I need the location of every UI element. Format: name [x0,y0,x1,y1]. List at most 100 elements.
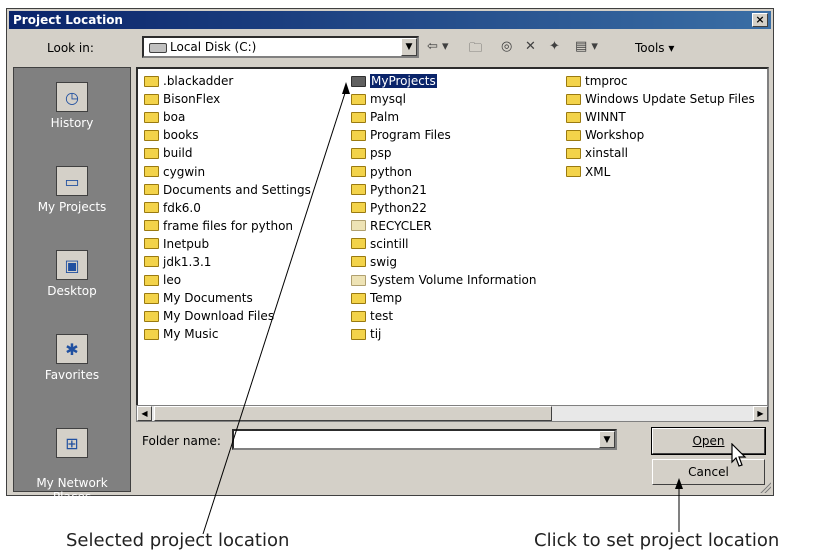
folder-icon [351,202,366,214]
file-column-2: MyProjects mysql Palm Program Files psp pytho… [351,72,536,343]
list-item[interactable]: fdk6.0 [144,199,311,217]
delete-icon[interactable]: ✕ [525,39,536,57]
list-item[interactable]: WINNT [566,108,755,126]
desktop-icon: ▣ [56,250,88,280]
list-item[interactable]: Workshop [566,126,755,144]
file-name: Python21 [370,182,427,197]
place-desktop[interactable]: ▣ Desktop [14,250,130,298]
folder-icon [566,111,581,123]
list-item[interactable]: scintill [351,235,536,253]
folder-icon [566,93,581,105]
list-item[interactable]: test [351,307,536,325]
scroll-thumb[interactable] [154,406,552,421]
list-item[interactable]: My Documents [144,289,311,307]
back-icon[interactable]: ⇦ ▾ [427,39,449,57]
folder-icon [351,274,366,286]
file-name: My Music [163,327,219,342]
list-item[interactable]: Python22 [351,199,536,217]
file-name: WINNT [585,110,626,125]
file-name: tmproc [585,74,628,89]
list-item[interactable]: cygwin [144,162,311,180]
folder-icon [351,184,366,196]
file-name: Workshop [585,128,645,143]
scroll-right-icon[interactable]: ▶ [753,406,768,421]
list-item[interactable]: build [144,144,311,162]
list-item[interactable]: psp [351,144,536,162]
list-item[interactable]: books [144,126,311,144]
list-item[interactable]: System Volume Information [351,271,536,289]
file-name: .blackadder [163,74,234,89]
chevron-down-icon[interactable]: ▼ [401,38,417,56]
horizontal-scrollbar[interactable]: ◀ ▶ [136,405,769,422]
project-location-dialog: Project Location × Look in: Local Disk (… [6,8,774,504]
folder-icon [144,238,159,250]
folder-icon [351,147,366,159]
folder-icon [144,166,159,178]
list-item[interactable]: RECYCLER [351,217,536,235]
file-name: BisonFlex [163,92,221,107]
scroll-left-icon[interactable]: ◀ [137,406,152,421]
file-name: scintill [370,236,409,251]
list-item[interactable]: python [351,162,536,180]
list-item[interactable]: xinstall [566,144,755,162]
close-button[interactable]: × [752,13,768,27]
list-item[interactable]: Temp [351,289,536,307]
chevron-down-icon[interactable]: ▼ [599,431,615,448]
list-item[interactable]: Documents and Settings [144,181,311,199]
place-my-projects[interactable]: ▭ My Projects [14,166,130,214]
list-item[interactable]: leo [144,271,311,289]
resize-grip-icon[interactable] [759,481,771,493]
list-item[interactable]: MyProjects [351,72,536,90]
list-item[interactable]: tmproc [566,72,755,90]
list-item[interactable]: BisonFlex [144,90,311,108]
list-item[interactable]: XML [566,162,755,180]
file-name: tij [370,327,382,342]
folder-icon [144,274,159,286]
file-name: Program Files [370,128,451,143]
folder-icon [351,75,366,87]
list-item[interactable]: My Download Files [144,307,311,325]
search-web-icon[interactable]: ◎ [501,39,512,57]
folder-name-field[interactable]: ▼ [232,429,617,450]
folder-icon [144,220,159,232]
look-in-dropdown[interactable]: Local Disk (C:) ▼ [142,36,419,58]
place-network[interactable]: ⊞ My Network Places [14,414,130,504]
file-list[interactable]: .blackadder BisonFlex boa books build cygwin D… [136,67,769,420]
list-item[interactable]: frame files for python [144,217,311,235]
list-item[interactable]: My Music [144,325,311,343]
list-item[interactable]: Program Files [351,126,536,144]
file-name: cygwin [163,164,206,179]
file-name: RECYCLER [370,218,432,233]
list-item[interactable]: jdk1.3.1 [144,253,311,271]
place-label: Favorites [44,368,100,382]
file-name: Temp [370,291,402,306]
folder-icon [566,75,581,87]
views-icon[interactable]: ▤ ▾ [575,39,598,57]
place-favorites[interactable]: ✱ Favorites [14,334,130,382]
up-folder-icon[interactable]: 🗀 [469,39,482,57]
list-item[interactable]: boa [144,108,311,126]
place-label: My Projects [37,200,107,214]
list-item[interactable]: swig [351,253,536,271]
list-item[interactable]: tij [351,325,536,343]
title-bar: Project Location × [9,11,771,29]
list-item[interactable]: Palm [351,108,536,126]
list-item[interactable]: Python21 [351,181,536,199]
place-history[interactable]: ◷ History [14,82,130,130]
mouse-cursor-icon [731,443,747,467]
look-in-label: Look in: [47,41,94,55]
folder-icon [566,129,581,141]
list-item[interactable]: Inetpub [144,235,311,253]
list-item[interactable]: .blackadder [144,72,311,90]
file-name: build [163,146,193,161]
file-name: jdk1.3.1 [163,254,212,269]
new-folder-icon[interactable]: ✦ [549,39,560,57]
folder-icon [144,256,159,268]
list-item[interactable]: mysql [351,90,536,108]
tools-menu[interactable]: Tools ▾ [635,41,674,55]
file-name: Inetpub [163,236,210,251]
folder-name-input[interactable] [234,431,590,448]
file-name: fdk6.0 [163,200,201,215]
list-item[interactable]: Windows Update Setup Files [566,90,755,108]
caption-set-location: Click to set project location [534,530,780,551]
